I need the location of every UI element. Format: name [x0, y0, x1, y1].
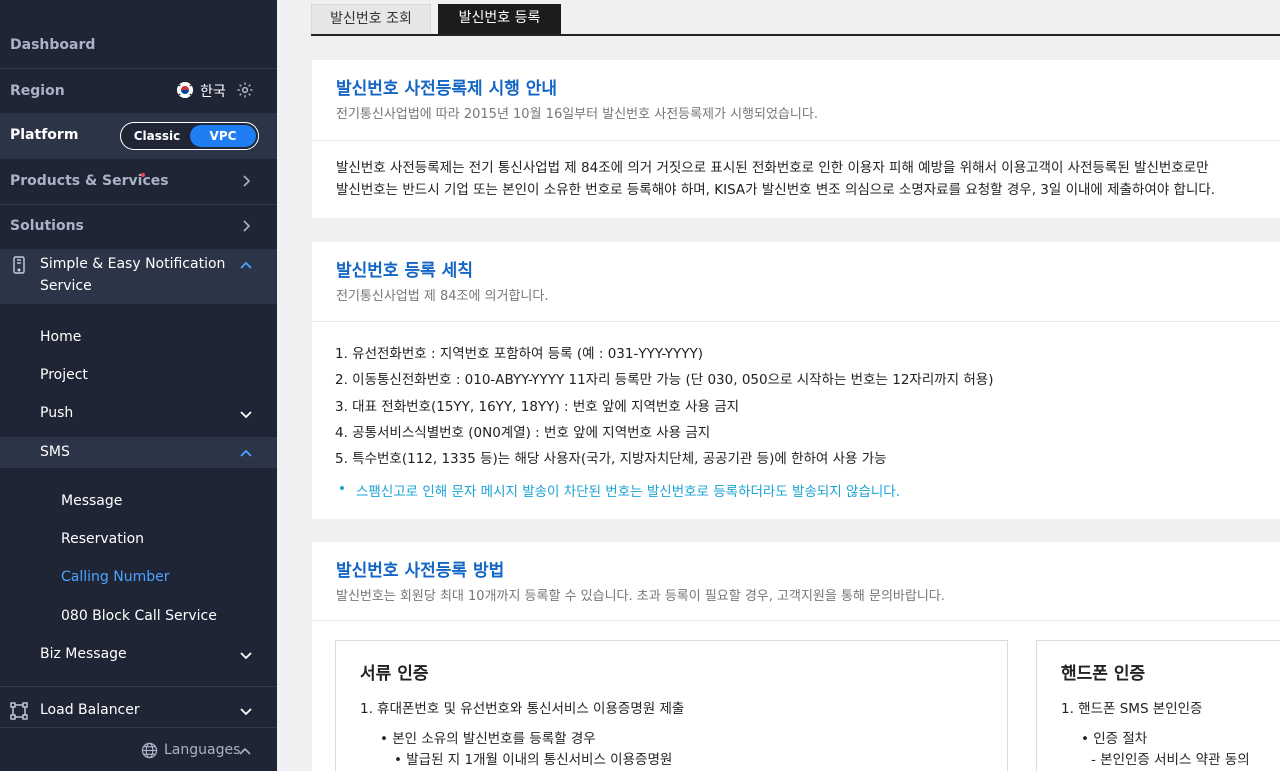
dashboard-label: Dashboard — [10, 37, 96, 53]
registration-rules-card: 발신번호 등록 세칙 전기통신사업법 제 84조에 의거합니다. 1. 유선전화… — [312, 242, 1280, 519]
chevron-down-icon[interactable] — [239, 649, 253, 663]
tab-bar: 발신번호 조회 발신번호 등록 — [311, 0, 1280, 36]
dashboard-link[interactable]: Dashboard — [0, 32, 277, 58]
menu-load-balancer[interactable]: Load Balancer — [40, 702, 140, 718]
service-name-line2: Service — [40, 278, 92, 294]
sidebar: Dashboard Region 한국 Platform Classic VPC… — [0, 0, 277, 771]
service-name-line1: Simple & Easy Notification — [40, 256, 226, 272]
notice-body-line2: 발신번호는 반드시 기업 또는 본인이 소유한 번호로 등록해야 하며, KIS… — [336, 182, 1216, 198]
divider — [0, 204, 277, 205]
menu-sms[interactable]: SMS — [40, 444, 70, 460]
preregistration-notice-card: 발신번호 사전등록제 시행 안내 전기통신사업법에 따라 2015년 10월 1… — [312, 60, 1280, 218]
divider — [312, 620, 1280, 621]
menu-home[interactable]: Home — [40, 329, 81, 345]
section-subtitle: 전기통신사업법 제 84조에 의거합니다. — [336, 289, 549, 304]
phone-auth-title: 핸드폰 인증 — [1061, 664, 1146, 684]
chevron-up-icon[interactable] — [238, 744, 252, 758]
main-content: 발신번호 조회 발신번호 등록 발신번호 사전등록제 시행 안내 전기통신사업법… — [277, 0, 1280, 771]
chevron-down-icon[interactable] — [239, 705, 253, 719]
divider — [0, 727, 277, 728]
platform-classic-option[interactable]: Classic — [124, 125, 190, 147]
korea-flag-icon — [177, 82, 193, 98]
menu-biz-message[interactable]: Biz Message — [40, 646, 127, 662]
menu-sms-block-call[interactable]: 080 Block Call Service — [61, 608, 217, 624]
section-title: 발신번호 사전등록 방법 — [336, 561, 505, 581]
registration-method-card: 발신번호 사전등록 방법 발신번호는 회원당 최대 10개까지 등록할 수 있습… — [312, 542, 1280, 771]
rule-item: 3. 대표 전화번호(15YY, 16YY, 18YY) : 번호 앞에 지역번… — [335, 399, 740, 415]
platform-toggle[interactable]: Classic VPC — [120, 122, 259, 150]
region-value[interactable]: 한국 — [200, 81, 226, 101]
globe-icon — [141, 742, 158, 759]
section-title: 발신번호 사전등록제 시행 안내 — [336, 79, 558, 99]
menu-push[interactable]: Push — [40, 405, 73, 421]
languages-button[interactable]: Languages — [164, 742, 240, 758]
rule-item: 4. 공통서비스식별번호 (0N0계열) : 번호 앞에 지역번호 사용 금지 — [335, 425, 711, 441]
tab-calling-number-register[interactable]: 발신번호 등록 — [438, 4, 561, 34]
divider — [0, 686, 277, 687]
rule-item: 5. 특수번호(112, 1335 등)는 해당 사용자(국가, 지방자치단체,… — [335, 451, 887, 467]
rule-item: 1. 유선전화번호 : 지역번호 포함하여 등록 (예 : 031-YYY-YY… — [335, 346, 704, 362]
divider — [0, 68, 277, 69]
document-auth-bullet: • 본인 소유의 발신번호를 등록할 경우 — [380, 731, 596, 747]
section-title: 발신번호 등록 세칙 — [336, 261, 473, 281]
platform-vpc-option[interactable]: VPC — [190, 125, 256, 147]
document-auth-sub: • 발급된 지 1개월 이내의 통신서비스 이용증명원 — [394, 752, 673, 768]
menu-sms-message[interactable]: Message — [61, 493, 122, 509]
solutions-menu[interactable]: Solutions — [0, 211, 277, 241]
platform-label: Platform — [10, 127, 79, 143]
document-auth-title: 서류 인증 — [360, 664, 429, 684]
bullet-dot — [340, 486, 344, 490]
load-balancer-icon — [10, 702, 28, 720]
spam-notice: 스팸신고로 인해 문자 메시지 발송이 차단된 번호는 발신번호로 등록하더라도… — [356, 484, 901, 500]
divider — [312, 321, 1280, 322]
document-auth-item: 1. 휴대폰번호 및 유선번호와 통신서비스 이용증명원 제출 — [360, 701, 685, 717]
menu-sms-calling-number[interactable]: Calling Number — [61, 569, 169, 585]
document-auth-box: 서류 인증 1. 휴대폰번호 및 유선번호와 통신서비스 이용증명원 제출 • … — [335, 640, 1008, 771]
menu-project[interactable]: Project — [40, 367, 88, 383]
chevron-up-icon[interactable] — [239, 258, 253, 272]
section-subtitle: 전기통신사업법에 따라 2015년 10월 16일부터 발신번호 사전등록제가 … — [336, 107, 818, 122]
chevron-right-icon — [239, 219, 253, 233]
chevron-up-icon[interactable] — [239, 446, 253, 460]
gear-icon[interactable] — [236, 81, 254, 99]
chevron-down-icon[interactable] — [239, 408, 253, 422]
menu-sms-reservation[interactable]: Reservation — [61, 531, 144, 547]
notice-body-line1: 발신번호 사전등록제는 전기 통신사업법 제 84조에 의거 거짓으로 표시된 … — [336, 160, 1209, 176]
phone-auth-bullet: • 인증 절차 — [1081, 731, 1148, 747]
region-label: Region — [10, 83, 65, 99]
mobile-device-icon — [11, 256, 27, 274]
section-subtitle: 발신번호는 회원당 최대 10개까지 등록할 수 있습니다. 초과 등록이 필요… — [336, 589, 945, 604]
products-services-menu[interactable]: Products & Services — [0, 166, 277, 196]
solutions-label: Solutions — [10, 218, 84, 234]
divider — [312, 140, 1280, 141]
phone-auth-item: 1. 핸드폰 SMS 본인인증 — [1061, 701, 1203, 717]
phone-auth-box: 핸드폰 인증 1. 핸드폰 SMS 본인인증 • 인증 절차 - 본인인증 서비… — [1036, 640, 1280, 771]
chevron-right-icon — [239, 174, 253, 188]
phone-auth-sub: - 본인인증 서비스 약관 동의 — [1091, 752, 1250, 768]
tab-calling-number-lookup[interactable]: 발신번호 조회 — [311, 4, 431, 34]
notification-dot — [141, 173, 145, 177]
rule-item: 2. 이동통신전화번호 : 010-ABYY-YYYY 11자리 등록만 가능 … — [335, 372, 994, 388]
